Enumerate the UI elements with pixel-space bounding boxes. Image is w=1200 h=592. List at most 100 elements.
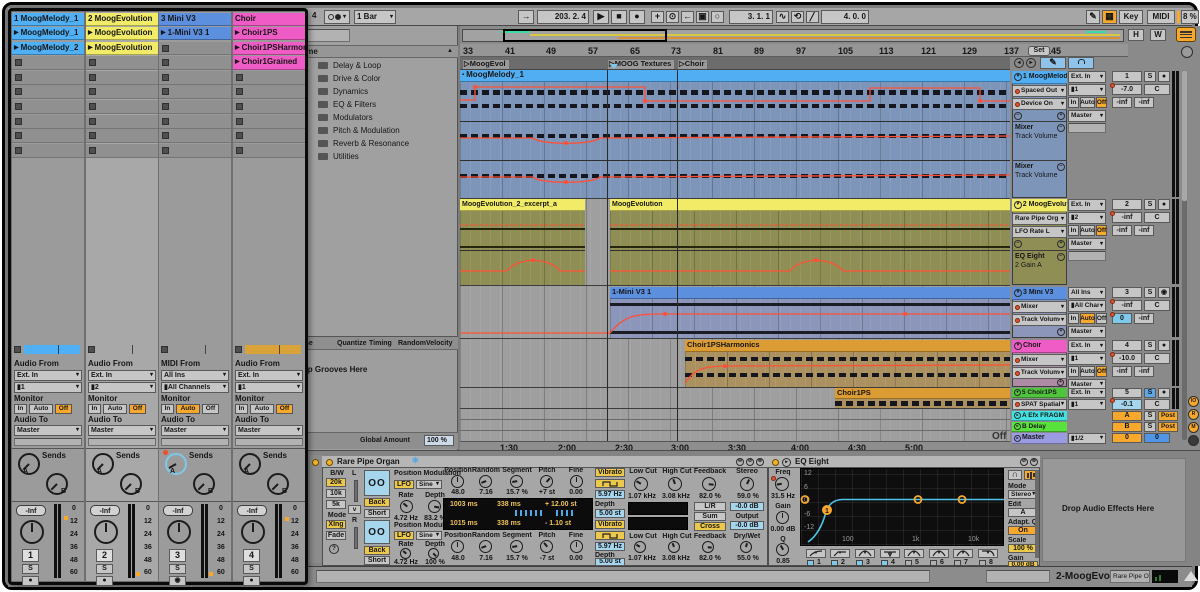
output-chooser[interactable]: Master [88,425,156,436]
band-8-filter-type[interactable]: ▾ [978,549,998,558]
browser-item[interactable]: Drive & Color [333,75,453,84]
output-chooser[interactable]: Master [14,425,82,436]
return-activator[interactable]: A [1112,411,1142,421]
input-type-chooser[interactable]: Ext. In [14,370,82,381]
groove-col-random[interactable]: Random [398,340,426,348]
position-knob[interactable] [451,540,464,553]
width-db-value[interactable]: -0.0 dB [730,502,764,511]
fine-knob[interactable] [570,475,583,488]
gain-knob[interactable] [776,511,789,524]
track-activator[interactable]: 1 [1112,71,1142,82]
monitor-off[interactable]: Off [1096,97,1107,108]
solo-button[interactable]: S [22,564,39,574]
insert-marker[interactable] [610,64,618,69]
pitch-value[interactable]: -7 st [534,555,560,563]
show-delays-toggle-icon[interactable] [1188,435,1199,446]
session-record-button[interactable]: ○ [711,11,724,23]
send-a-field[interactable]: 0 [1112,313,1132,324]
input-type-chooser[interactable]: Ext. In [1068,71,1106,83]
volume-field[interactable]: -7.0 [1112,84,1142,95]
lane-param-label[interactable]: Track Volume [1015,172,1058,180]
loop-r-button[interactable]: OO [364,520,390,544]
computer-midi-keyboard-button[interactable]: ▦ [1102,10,1117,24]
device-selector[interactable]: SPAT Spatial [1012,399,1067,410]
loop-length-field[interactable]: 4. 0. 0 [821,10,869,24]
pre-post-toggle[interactable]: Post [1158,422,1178,432]
input-channel-chooser[interactable]: ▮All Channels [1068,300,1106,312]
q-value[interactable]: 0.85 [772,558,794,566]
clip-play-icon[interactable]: ▶ [235,45,240,52]
vibrato-rate-value[interactable]: 5.97 Hz [595,542,625,551]
high-cut-knob[interactable] [668,477,682,491]
minus-icon[interactable]: − [1057,163,1065,171]
control-selector[interactable]: LFO Rate L [1012,226,1067,238]
device-title[interactable]: EQ Eight [795,458,829,467]
high-cut-value[interactable]: 3.08 kHz [659,555,693,563]
bw-10k-button[interactable]: 10k [326,489,346,498]
set-locator-button[interactable]: Set [1028,46,1050,56]
bw-20k-button[interactable]: 20k [326,478,346,487]
monitor-off[interactable]: Off [1096,225,1107,236]
monitor-off[interactable]: Off [1096,366,1107,377]
browser-item[interactable]: Delay & Loop [333,62,453,71]
control-selector[interactable]: Track Volume [1012,367,1067,379]
solo-button[interactable]: S [1144,71,1156,82]
fold-icon[interactable]: ▸ [1014,412,1021,419]
show-hide-device-view-arrow[interactable] [1184,571,1198,581]
minus-icon[interactable]: − [1057,253,1065,261]
input-type-chooser[interactable]: Ext. In [235,370,303,381]
pitch-l-st[interactable]: + 12.00 st [545,501,577,509]
low-cut-knob[interactable] [634,541,646,553]
arrangement-view-toggle[interactable] [1176,27,1196,42]
send-b-field[interactable]: -inf [1134,366,1154,377]
monitor-off[interactable]: Off [129,404,146,414]
bw-5k-button[interactable]: 5k [326,500,346,509]
pitch-knob[interactable] [540,540,553,553]
session-clip[interactable]: ▶MoogMelody_2 [12,42,84,55]
volume-field[interactable]: -Inf [163,505,193,516]
clip-stop-button[interactable] [12,129,84,143]
clip-stop-button[interactable] [12,71,84,85]
output-chooser[interactable]: Master [235,425,303,436]
show-io-toggle-icon[interactable]: IO [1188,396,1199,407]
mode-fade-button[interactable]: Fade [326,531,346,540]
minus-icon[interactable]: − [1057,124,1065,132]
monitor-in[interactable]: In [235,404,248,414]
remove-lane-button[interactable]: − [1014,112,1022,120]
feedback-value[interactable]: 82.0 % [698,555,722,563]
send-a-knob[interactable] [92,453,114,475]
clip-stop-button[interactable] [12,144,84,158]
clip-play-icon[interactable]: ▶ [235,59,240,66]
clip-stop-button[interactable] [12,56,84,70]
send-b-field[interactable]: -inf [1134,313,1154,324]
clip-stop-button[interactable] [233,100,305,114]
clip-stop-button[interactable] [159,71,231,85]
volume-field[interactable]: -inf [1112,212,1142,223]
rate-knob[interactable] [400,548,411,559]
high-cut-knob[interactable] [668,541,680,553]
return-a-header[interactable]: ▸A Efx FRAGM [1012,411,1067,421]
device-scrollbar[interactable] [1035,470,1039,558]
monitor-auto[interactable]: Auto [103,404,127,414]
session-clip[interactable]: ▶Choir1PS [233,27,305,40]
unfold-icon[interactable]: ▾ [1014,389,1021,396]
volume-field[interactable]: -Inf [16,505,46,516]
show-mixer-toggle-icon[interactable]: M [1188,422,1199,433]
stereo-knob[interactable] [740,477,754,491]
rate-knob[interactable] [400,500,413,513]
pitch-knob[interactable] [540,475,553,488]
routing-cross-button[interactable]: Cross [694,522,726,531]
scrollbar-thumb[interactable] [1182,71,1187,201]
arm-button[interactable]: ● [22,576,39,586]
unfold-icon[interactable]: ▾ [1014,289,1022,297]
input-channel-chooser[interactable]: ▮1 [14,382,82,393]
clip-stop-button[interactable] [159,85,231,99]
input-channel-chooser[interactable]: ▮2 [1068,212,1106,224]
track-activator[interactable]: 2 [96,549,113,562]
metronome-button[interactable]: ▾ [324,10,350,24]
next-locator-button[interactable]: ▸ [1026,58,1036,68]
input-channel-chooser[interactable]: ▮1 [1068,84,1106,96]
high-cut-value[interactable]: 3.08 kHz [659,493,693,501]
stereo-value[interactable]: 59.0 % [736,493,760,501]
solo-button[interactable]: S [1144,199,1156,210]
